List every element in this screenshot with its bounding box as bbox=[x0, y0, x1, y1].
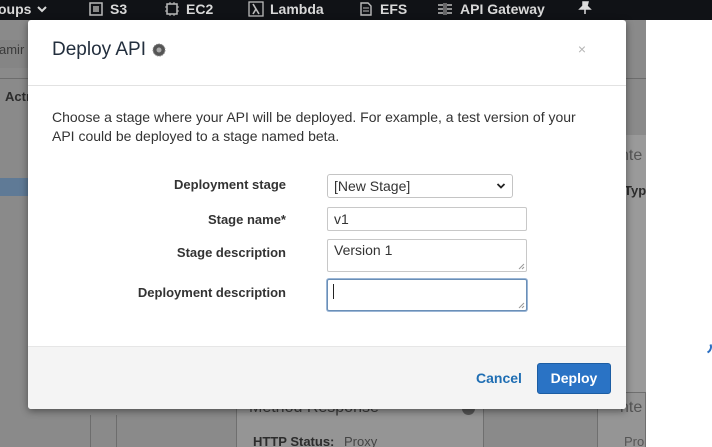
pin-icon bbox=[578, 1, 592, 14]
background-http-status-value: Proxy bbox=[344, 434, 378, 447]
deployment-stage-value: [New Stage] bbox=[334, 178, 411, 194]
nav-item-ec2[interactable]: EC2 bbox=[164, 1, 213, 17]
deploy-button[interactable]: Deploy bbox=[537, 363, 611, 394]
stage-name-input[interactable]: v1 bbox=[327, 207, 527, 231]
deployment-description-textarea[interactable] bbox=[327, 279, 527, 311]
background-right-edge bbox=[646, 20, 712, 447]
background-actions-button: Actı bbox=[5, 89, 30, 104]
resize-grip-icon[interactable] bbox=[517, 301, 525, 309]
lambda-icon bbox=[248, 1, 264, 17]
nav-item-label: Lambda bbox=[270, 1, 324, 17]
nav-item-label: oups bbox=[0, 1, 32, 17]
nav-pin-button[interactable] bbox=[578, 1, 592, 15]
stage-description-textarea[interactable]: Version 1 bbox=[327, 239, 527, 272]
deploy-api-dialog: Deploy API × Choose a stage where your A… bbox=[28, 20, 626, 409]
nav-item-label: EC2 bbox=[186, 1, 214, 17]
text-cursor bbox=[333, 284, 334, 299]
resize-grip-icon[interactable] bbox=[517, 262, 525, 270]
background-divider-vertical bbox=[116, 415, 117, 447]
api-gateway-icon bbox=[438, 3, 452, 15]
ec2-icon bbox=[165, 2, 179, 16]
nav-item-label: S3 bbox=[110, 1, 128, 17]
s3-icon bbox=[89, 2, 103, 16]
chevron-down-icon bbox=[496, 183, 506, 189]
nav-item-groups[interactable]: oups bbox=[0, 1, 48, 17]
deployment-stage-label: Deployment stage bbox=[174, 177, 286, 192]
background-divider-vertical bbox=[90, 415, 91, 447]
dialog-footer: Cancel Deploy bbox=[28, 346, 626, 409]
background-resource-tab: amir bbox=[0, 42, 25, 57]
stage-name-label: Stage name* bbox=[207, 212, 286, 227]
dialog-title-text: Deploy API bbox=[52, 39, 146, 60]
nav-item-s3[interactable]: S3 bbox=[88, 1, 127, 17]
chevron-down-icon bbox=[37, 6, 48, 13]
background-right-bottom-label: Pro bbox=[624, 434, 645, 447]
deployment-description-label: Deployment description bbox=[137, 285, 286, 300]
dialog-title: Deploy API bbox=[52, 39, 166, 61]
dialog-header: Deploy API × bbox=[28, 20, 626, 86]
efs-icon bbox=[360, 2, 372, 16]
background-selected-row bbox=[0, 178, 28, 196]
stage-description-value: Version 1 bbox=[334, 242, 393, 258]
dialog-description: Choose a stage where your API will be de… bbox=[52, 109, 576, 144]
background-http-status-label: HTTP Status: bbox=[253, 434, 335, 447]
cancel-button[interactable]: Cancel bbox=[476, 370, 522, 386]
nav-item-label: EFS bbox=[380, 1, 408, 17]
deployment-stage-select[interactable]: [New Stage] bbox=[327, 174, 513, 198]
stage-description-label: Stage description bbox=[176, 245, 286, 260]
loading-spinner-icon bbox=[696, 338, 712, 356]
nav-item-lambda[interactable]: Lambda bbox=[248, 1, 324, 17]
nav-item-efs[interactable]: EFS bbox=[358, 1, 407, 17]
nav-item-label: API Gateway bbox=[460, 1, 545, 17]
top-navigation-bar: oups S3 EC2 Lambda EFS API Gateway bbox=[0, 0, 712, 20]
background-type-label: Typ bbox=[624, 183, 647, 198]
nav-item-api-gateway[interactable]: API Gateway bbox=[436, 1, 545, 17]
close-button[interactable]: × bbox=[578, 42, 586, 56]
info-icon[interactable] bbox=[152, 43, 166, 57]
